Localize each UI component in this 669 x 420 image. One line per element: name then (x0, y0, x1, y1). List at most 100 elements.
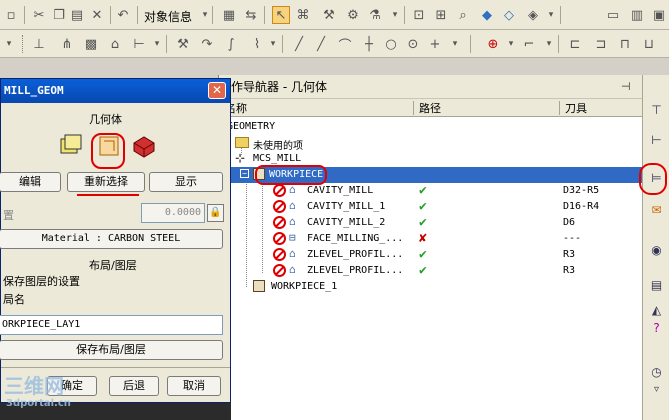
reuse-library-icon[interactable]: ✉ (647, 200, 666, 219)
box-icon[interactable]: ▩ (82, 35, 100, 53)
mirror-icon[interactable]: ⊐ (592, 35, 610, 53)
tree-row-operation[interactable]: ⊟ FACE_MILLING_... ✘ --- (219, 231, 643, 247)
line-2-icon[interactable]: ╱ (312, 35, 330, 53)
shaded-cube-icon[interactable]: ◆ (478, 6, 496, 24)
csys-icon[interactable]: ⊕ (484, 35, 502, 53)
curve-icon[interactable]: ↷ (198, 35, 216, 53)
fit-view-icon[interactable]: ⊡ (410, 6, 428, 24)
assembly-navigator-icon[interactable]: ⊤ (647, 100, 666, 119)
mill-geom-dialog: MILL_GEOM ✕ 几何体 编辑 重新选择 显示 置 0.0000 🔒 Ma… (0, 78, 231, 403)
point-icon[interactable]: ⊙ (404, 35, 422, 53)
magnifier-icon[interactable]: ⌕ (454, 6, 472, 24)
tree-row-operation[interactable]: ⌂ ZLEVEL_PROFIL... ✔ R3 (219, 263, 643, 279)
tree-row-unused[interactable]: 未使用的项 (219, 135, 643, 152)
tree-row-operation[interactable]: ⌂ CAVITY_MILL_2 ✔ D6 (219, 215, 643, 231)
cut-icon[interactable]: ✂ (30, 6, 48, 24)
paste-icon[interactable]: ▤ (68, 6, 86, 24)
circle-icon[interactable]: ○ (382, 35, 400, 53)
chevron-down-icon[interactable]: ▾ (540, 35, 558, 53)
column-tool[interactable]: 刀具 (565, 100, 587, 116)
close-icon[interactable]: ✕ (208, 82, 226, 99)
annotation-circle (639, 163, 667, 195)
offset-icon[interactable]: ⊓ (616, 35, 634, 53)
clock-icon[interactable]: ◷ (647, 362, 666, 381)
column-path[interactable]: 路径 (419, 100, 441, 116)
collapse-icon[interactable]: − (240, 169, 249, 178)
undo-icon[interactable]: ↶ (114, 6, 132, 24)
material-button[interactable]: Material : CARBON STEEL (0, 229, 223, 249)
lock-icon[interactable]: 🔒 (207, 204, 224, 222)
save-layout-button[interactable]: 保存布局/图层 (0, 340, 223, 360)
pin-icon[interactable]: ⊣ (621, 80, 631, 93)
grid-icon[interactable]: ⊢ (130, 35, 148, 53)
chevron-down-icon[interactable]: ▾ (264, 35, 282, 53)
row-name: CAVITY_MILL_1 (307, 201, 386, 212)
operation-status-icon (273, 184, 286, 197)
tool-icon[interactable]: ⚗ (366, 6, 384, 24)
chevron-down-icon[interactable]: ▾ (148, 35, 166, 53)
plus-icon[interactable]: + (426, 35, 444, 53)
zoom-icon[interactable]: ⊞ (432, 6, 450, 24)
arrows-icon[interactable]: ⇆ (242, 6, 260, 24)
toolbar-icon[interactable]: ▫ (2, 6, 20, 24)
fork-icon[interactable]: ⋔ (58, 35, 76, 53)
arc-icon[interactable]: ⌒ (336, 35, 354, 54)
help-icon[interactable]: ? (647, 318, 666, 337)
chevron-down-icon[interactable]: ▾ (502, 35, 520, 53)
hammer-icon[interactable]: ⚒ (174, 35, 192, 53)
column-divider[interactable] (413, 101, 414, 115)
offset-field[interactable]: 0.0000 (141, 203, 205, 223)
chevron-down-icon[interactable]: ▾ (386, 6, 404, 24)
settings-icon[interactable]: ▣ (650, 6, 668, 24)
display-button[interactable]: 显示 (149, 172, 223, 192)
tree-row-operation[interactable]: ⌂ CAVITY_MILL_1 ✔ D16-R4 (219, 199, 643, 215)
part-navigator-icon[interactable]: ⊢ (647, 130, 666, 149)
edit-button[interactable]: 编辑 (0, 172, 61, 192)
operation-status-icon (273, 216, 286, 229)
network-icon[interactable]: ⌘ (294, 6, 312, 24)
tree-row-operation[interactable]: ⌂ CAVITY_MILL ✔ D32-R5 (219, 183, 643, 199)
view-icon[interactable]: ◈ (524, 6, 542, 24)
wrench-icon[interactable]: ⚙ (344, 6, 362, 24)
tree-row-operation[interactable]: ⌂ ZLEVEL_PROFIL... ✔ R3 (219, 247, 643, 263)
wireframe-cube-icon[interactable]: ◇ (500, 6, 518, 24)
chevron-down-icon[interactable]: ▾ (0, 35, 18, 53)
check-geometry-icon[interactable] (130, 131, 158, 159)
path-status: ✘ (419, 231, 427, 246)
training-icon[interactable]: ◭ (647, 300, 666, 319)
cancel-button[interactable]: 取消 (167, 376, 221, 396)
layer-icon[interactable]: ▭ (604, 6, 622, 24)
list-icon[interactable]: ▦ (220, 6, 238, 24)
annotation-circle (255, 165, 327, 185)
column-divider[interactable] (559, 101, 560, 115)
tree-row-workpiece-1[interactable]: WORKPIECE_1 (219, 279, 643, 295)
object-info-menu[interactable]: 对象信息 (144, 8, 192, 25)
tool-name: D6 (563, 217, 576, 228)
reselect-button[interactable]: 重新选择 (67, 172, 145, 192)
spline-icon[interactable]: ∫ (222, 35, 240, 53)
project-icon[interactable]: ⊔ (640, 35, 658, 53)
factory-icon[interactable]: ⌂ (106, 35, 124, 53)
delete-icon[interactable]: ✕ (88, 6, 106, 24)
part-geometry-icon[interactable] (58, 131, 86, 159)
web-browser-icon[interactable]: ◉ (647, 240, 666, 259)
line-icon[interactable]: ╱ (290, 35, 308, 53)
pattern-icon[interactable]: ⊏ (566, 35, 584, 53)
history-icon[interactable]: ▤ (647, 275, 666, 294)
tree-row-geometry[interactable]: GEOMETRY (219, 119, 643, 135)
resource-bar: ⊤ ⊢ ⊨ ✉ ◉ ▤ ◭ ? ◷ ▿ (642, 75, 669, 420)
copy-icon[interactable]: ❐ (50, 6, 68, 24)
select-tool-icon[interactable]: ⚒ (320, 6, 338, 24)
save-layer-settings-label[interactable]: 保存图层的设置 (3, 273, 80, 289)
dimension-icon[interactable]: ⊥ (30, 35, 48, 53)
layout-name-input[interactable]: ORKPIECE_LAY1 (0, 315, 223, 335)
toolbar-gripper[interactable] (22, 35, 25, 53)
more-icon[interactable]: ▿ (647, 380, 666, 399)
chevron-down-icon[interactable]: ▾ (446, 35, 464, 53)
pipe-icon[interactable]: ⌐ (520, 35, 538, 53)
crosshair-icon[interactable]: ┼ (360, 35, 378, 53)
chevron-down-icon[interactable]: ▾ (542, 6, 560, 24)
back-button[interactable]: 后退 (109, 376, 159, 396)
palette-icon[interactable]: ▥ (628, 6, 646, 24)
select-arrow-icon[interactable]: ↖ (272, 6, 290, 24)
